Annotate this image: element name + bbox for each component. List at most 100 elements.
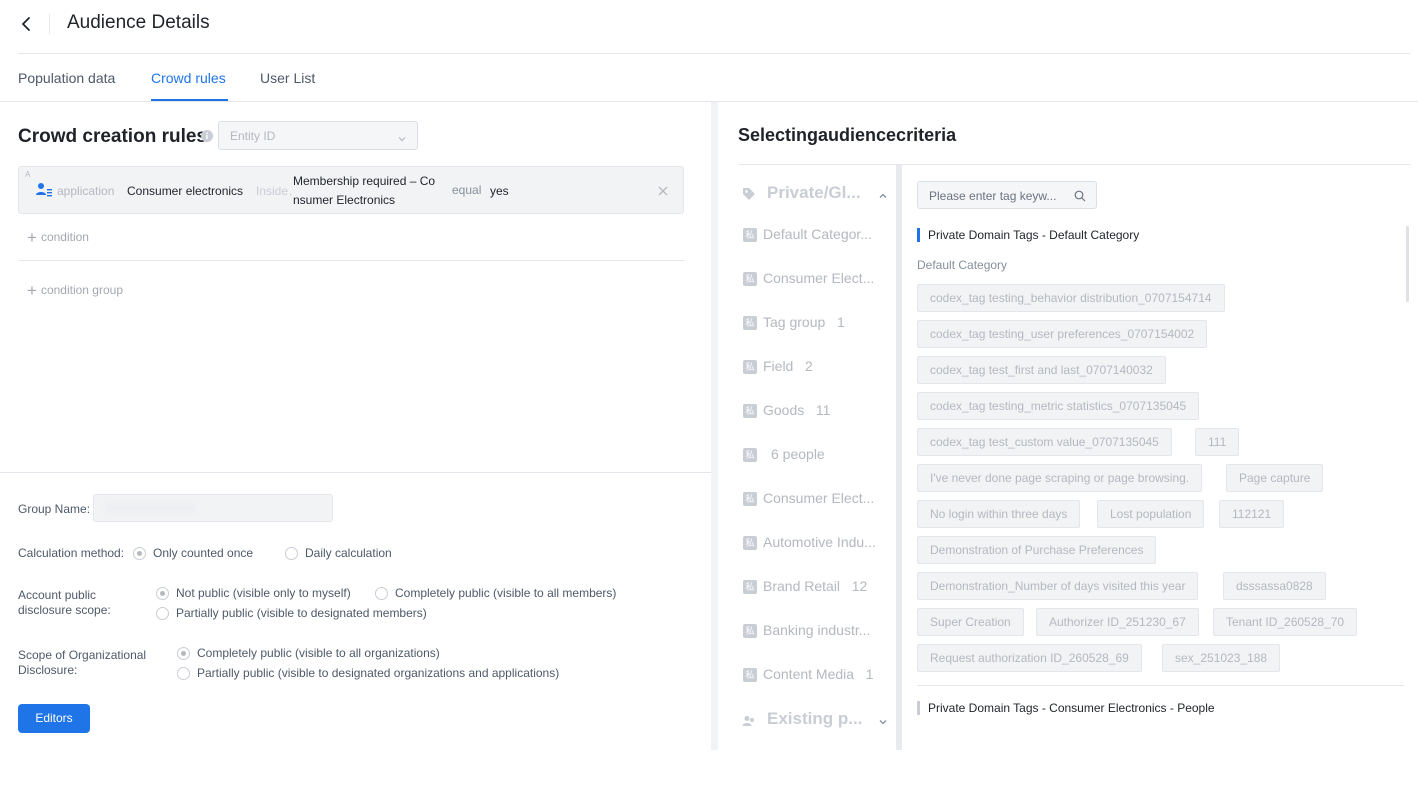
radio-dot <box>375 587 388 600</box>
condition-value[interactable]: yes <box>490 184 509 198</box>
tags-scrollbar[interactable] <box>1406 226 1409 302</box>
category-name: Consumer Elect... <box>763 270 875 286</box>
active-tab-indicator <box>151 99 228 101</box>
editors-button[interactable]: Editors <box>18 704 90 733</box>
radio-dot <box>156 587 169 600</box>
section-accent-bar <box>917 228 920 242</box>
tab-bar: Population data Crowd rules User List <box>0 54 1418 102</box>
people-icon <box>742 714 756 733</box>
condition-field-line1[interactable]: Membership required – Co <box>293 174 435 188</box>
tag-chip[interactable]: Authorizer ID_251230_67 <box>1036 608 1199 636</box>
tag-chip[interactable]: 112121 <box>1219 500 1285 528</box>
add-condition-group-button[interactable]: + condition group <box>27 281 123 301</box>
category-name: Brand Retail 12 <box>763 578 867 594</box>
chevron-down-icon <box>397 131 407 142</box>
condition-app[interactable]: Consumer electronics <box>127 184 243 198</box>
tag-search-input[interactable]: Please enter tag keyw... <box>917 181 1097 209</box>
header-divider <box>49 14 50 34</box>
tag-chip[interactable]: codex_tag testing_metric statistics_0707… <box>917 392 1200 420</box>
rules-panel: Crowd creation rules Entity ID A applica… <box>0 102 711 750</box>
tag-chip[interactable]: codex_tag test_custom value_0707135045 <box>917 428 1172 456</box>
add-condition-button[interactable]: + condition <box>27 228 89 248</box>
category-group-name: Existing p... <box>767 709 863 728</box>
radio-dot <box>177 647 190 660</box>
radio-dot <box>285 547 298 560</box>
category-group-private[interactable]: Private/Gl... <box>740 183 890 205</box>
org-scope-label: Scope of Organizational Disclosure: <box>18 648 147 677</box>
radio-label: Completely public (visible to all member… <box>395 586 617 600</box>
category-count: 11 <box>815 402 831 418</box>
header: Audience Details <box>0 0 1418 54</box>
category-item[interactable]: 私 Automotive Indu... <box>743 534 888 554</box>
close-icon[interactable] <box>658 183 668 196</box>
rules-title: Crowd creation rules <box>18 126 207 147</box>
group-name-input[interactable] <box>93 494 333 522</box>
entity-id-select[interactable]: Entity ID <box>218 121 418 150</box>
category-scrollbar[interactable] <box>896 165 902 750</box>
calc-method-label: Calculation method: <box>18 546 125 560</box>
category-item[interactable]: 私 Field 2 <box>743 358 888 378</box>
private-badge: 私 <box>743 536 757 550</box>
tag-chip[interactable]: dsssassa0828 <box>1223 572 1326 600</box>
blurred-group-name <box>106 503 196 513</box>
category-count: 2 <box>805 358 813 374</box>
category-group-existing[interactable]: Existing p... <box>740 709 890 731</box>
category-item[interactable]: 私 Consumer Elect... <box>743 490 888 510</box>
tag-chip[interactable]: Lost population <box>1097 500 1205 528</box>
category-name: Consumer Elect... <box>763 490 875 506</box>
info-icon[interactable] <box>201 129 213 142</box>
category-item[interactable]: 私 Goods 11 <box>743 402 888 422</box>
private-badge: 私 <box>743 360 757 374</box>
search-icon[interactable] <box>1074 189 1086 202</box>
tag-chip[interactable]: Super Creation <box>917 608 1024 636</box>
category-label: Goods <box>763 402 805 418</box>
tag-chip[interactable]: Tenant ID_260528_70 <box>1213 608 1358 636</box>
category-count: 12 <box>851 578 868 594</box>
tag-chip[interactable]: Page capture <box>1226 464 1324 492</box>
radio-label: Not public (visible only to myself) <box>176 586 351 600</box>
tags-divider <box>917 685 1404 686</box>
category-item[interactable]: 私 Default Categor... <box>743 226 888 246</box>
category-name: Tag group 1 <box>763 314 845 330</box>
tag-chip[interactable]: codex_tag test_first and last_0707140032 <box>917 356 1166 384</box>
category-label: Field <box>763 358 794 374</box>
tag-chip[interactable]: I've never done page scraping or page br… <box>917 464 1203 492</box>
category-item[interactable]: 私 6 people <box>743 446 888 466</box>
private-badge: 私 <box>743 272 757 286</box>
criteria-title: Selectingaudiencecriteria <box>738 125 957 145</box>
tab-population-data[interactable]: Population data <box>18 70 115 86</box>
tag-chip[interactable]: codex_tag testing_user preferences_07071… <box>917 320 1208 348</box>
tag-chip[interactable]: codex_tag testing_behavior distribution_… <box>917 284 1225 312</box>
private-badge: 私 <box>743 492 757 506</box>
category-item[interactable]: 私 Banking industr... <box>743 622 888 642</box>
plus-icon: + <box>27 228 37 247</box>
tab-crowd-rules[interactable]: Crowd rules <box>151 70 226 86</box>
condition-operator[interactable]: equal <box>452 183 481 197</box>
category-group-name: Private/Gl... <box>767 183 861 202</box>
private-badge: 私 <box>743 316 757 330</box>
tag-chip[interactable]: Demonstration_Number of days visited thi… <box>917 572 1199 600</box>
tag-chip[interactable]: 111 <box>1195 428 1240 456</box>
tag-chip[interactable]: Request authorization ID_260528_69 <box>917 644 1142 672</box>
back-arrow-icon[interactable] <box>18 14 36 34</box>
condition-row: A application Consumer electronics Insid… <box>18 166 684 214</box>
panel-separator <box>711 102 718 750</box>
account-scope-label: Account public disclosure scope: <box>18 588 111 617</box>
private-badge: 私 <box>743 404 757 418</box>
private-badge: 私 <box>743 228 757 242</box>
private-badge: 私 <box>743 448 757 462</box>
category-item[interactable]: 私 Consumer Elect... <box>743 270 888 290</box>
tab-user-list[interactable]: User List <box>260 70 315 86</box>
category-name: 6 people <box>771 446 825 462</box>
category-name: Content Media 1 <box>763 666 874 682</box>
category-name: Default Categor... <box>763 226 872 242</box>
radio-label: Partially public (visible to designated … <box>197 666 560 680</box>
condition-field-line2[interactable]: nsumer Electronics <box>293 193 395 207</box>
tag-chip[interactable]: No login within three days <box>917 500 1081 528</box>
page-title: Audience Details <box>67 12 210 33</box>
tag-chip[interactable]: sex_251023_188 <box>1162 644 1281 672</box>
category-item[interactable]: 私 Content Media 1 <box>743 666 888 686</box>
category-item[interactable]: 私 Brand Retail 12 <box>743 578 888 598</box>
category-item[interactable]: 私 Tag group 1 <box>743 314 888 334</box>
tag-chip[interactable]: Demonstration of Purchase Preferences <box>917 536 1157 564</box>
